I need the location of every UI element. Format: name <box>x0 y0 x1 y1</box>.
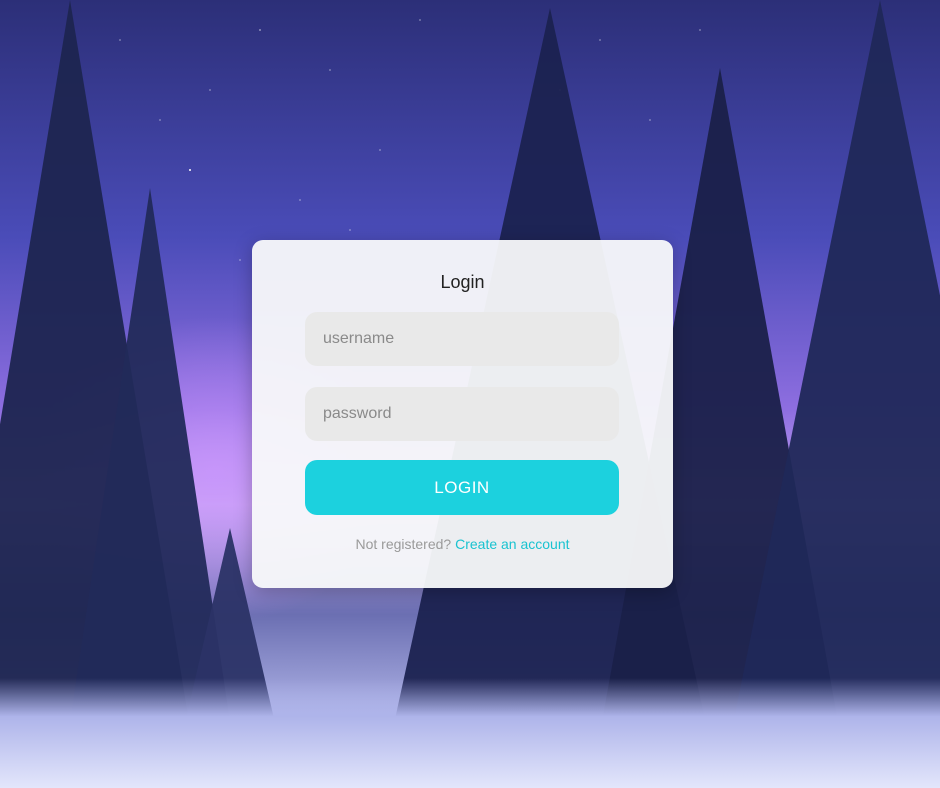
register-prompt-text: Not registered? <box>355 536 452 552</box>
password-input[interactable] <box>305 387 619 441</box>
login-card: Login LOGIN Not registered? Create an ac… <box>252 240 673 588</box>
snowy-ground <box>0 678 940 788</box>
username-input[interactable] <box>305 312 619 366</box>
register-prompt-row: Not registered? Create an account <box>252 536 673 552</box>
login-button[interactable]: LOGIN <box>305 460 619 515</box>
login-title: Login <box>440 272 485 292</box>
tree-silhouette <box>720 0 940 788</box>
create-account-link[interactable]: Create an account <box>455 536 569 552</box>
